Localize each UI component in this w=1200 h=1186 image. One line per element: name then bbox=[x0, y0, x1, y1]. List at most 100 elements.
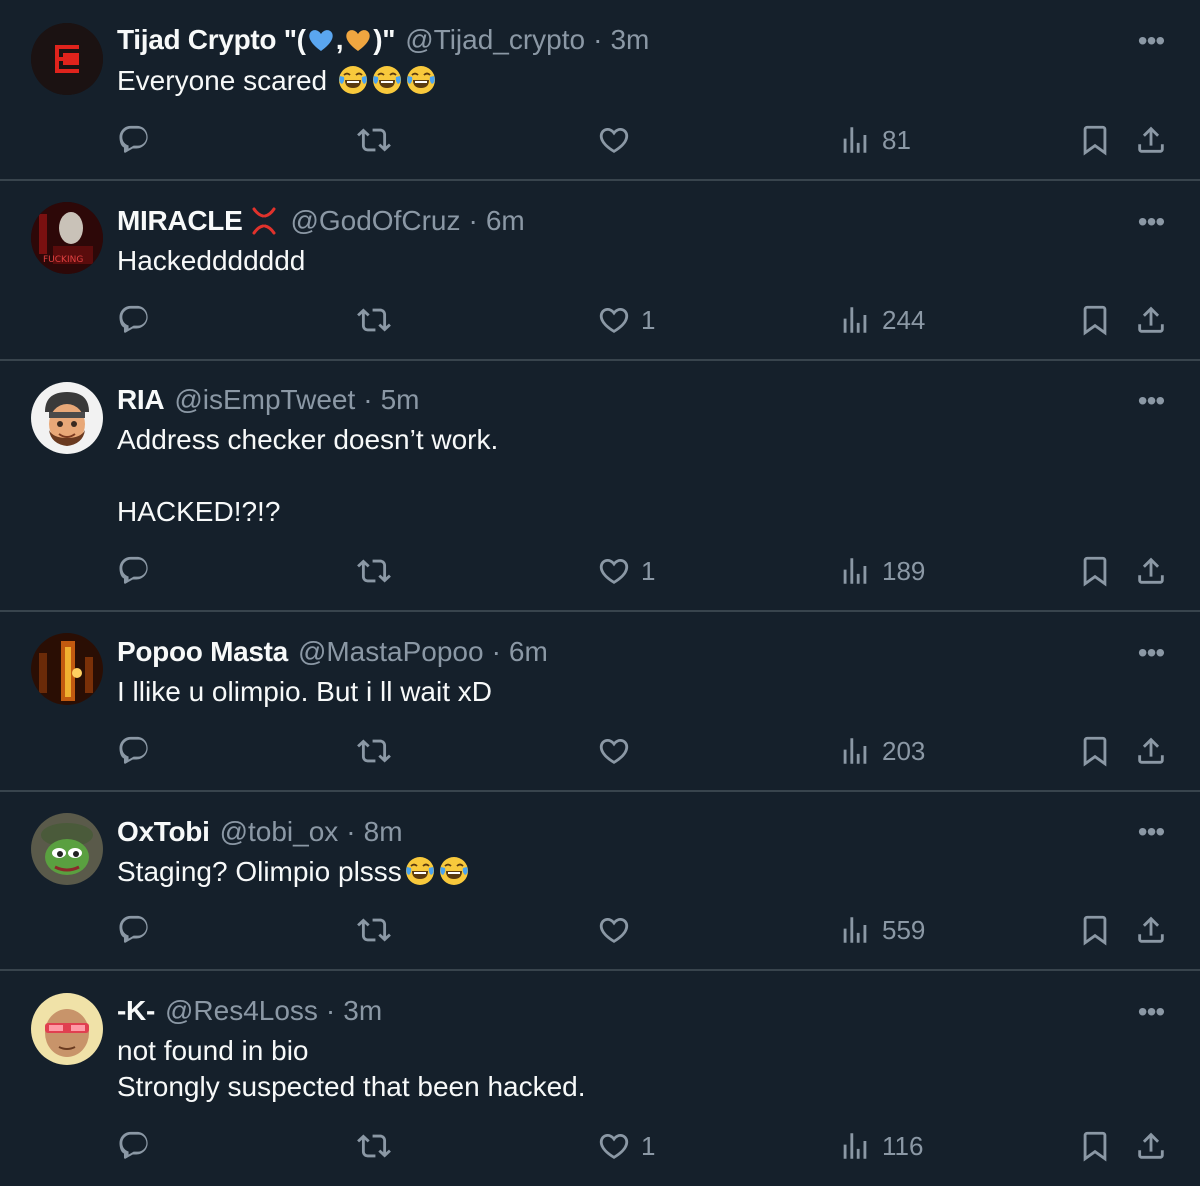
bookmark-icon bbox=[1078, 913, 1112, 947]
share-button[interactable] bbox=[1134, 551, 1168, 591]
views-button[interactable]: 203 bbox=[838, 731, 925, 771]
bookmark-icon bbox=[1078, 734, 1112, 768]
like-button[interactable] bbox=[597, 731, 641, 771]
bookmark-button[interactable] bbox=[1078, 910, 1112, 950]
share-button[interactable] bbox=[1134, 300, 1168, 340]
more-options-icon[interactable]: ••• bbox=[1136, 206, 1166, 237]
face-with-tears-of-joy-icon bbox=[371, 64, 403, 96]
avatar[interactable] bbox=[31, 382, 103, 454]
handle[interactable]: @GodOfCruz bbox=[290, 205, 460, 237]
more-options-icon[interactable]: ••• bbox=[1136, 637, 1166, 668]
like-button[interactable]: 1 bbox=[597, 300, 655, 340]
handle[interactable]: @Tijad_crypto bbox=[405, 24, 585, 56]
like-button[interactable] bbox=[597, 120, 641, 160]
tweet-2[interactable]: FUCKING MIRACLE @GodOfCruz · 6m ••• Hack… bbox=[0, 181, 1200, 361]
retweet-icon bbox=[357, 123, 391, 157]
retweet-button[interactable] bbox=[357, 120, 391, 160]
share-button[interactable] bbox=[1134, 910, 1168, 950]
bookmark-button[interactable] bbox=[1078, 1126, 1112, 1166]
timestamp[interactable]: 6m bbox=[509, 636, 548, 668]
reply-icon bbox=[117, 734, 151, 768]
share-button[interactable] bbox=[1134, 1126, 1168, 1166]
retweet-button[interactable] bbox=[357, 1126, 391, 1166]
tweet-actions: 1 244 bbox=[0, 300, 1200, 340]
more-options-icon[interactable]: ••• bbox=[1136, 385, 1166, 416]
reply-button[interactable] bbox=[117, 910, 151, 950]
separator-dot: · bbox=[593, 24, 603, 55]
display-name[interactable]: Tijad Crypto "( bbox=[117, 24, 306, 56]
share-button[interactable] bbox=[1134, 731, 1168, 771]
timestamp[interactable]: 8m bbox=[364, 816, 403, 848]
more-options-icon[interactable]: ••• bbox=[1136, 25, 1166, 56]
retweet-button[interactable] bbox=[357, 551, 391, 591]
timestamp[interactable]: 3m bbox=[343, 995, 382, 1027]
tweet-text: Staging? Olimpio plsss bbox=[117, 854, 470, 890]
tweet-5[interactable]: OxTobi @tobi_ox · 8m ••• Staging? Olimpi… bbox=[0, 792, 1200, 971]
display-name[interactable]: -K- bbox=[117, 995, 155, 1027]
handle[interactable]: @isEmpTweet bbox=[174, 384, 355, 416]
separator-dot: · bbox=[363, 384, 373, 415]
tweet-4[interactable]: Popoo Masta @MastaPopoo · 6m ••• I llike… bbox=[0, 612, 1200, 792]
reply-button[interactable] bbox=[117, 551, 151, 591]
more-options-icon[interactable]: ••• bbox=[1136, 816, 1166, 847]
views-icon bbox=[838, 734, 872, 768]
handle[interactable]: @tobi_ox bbox=[220, 816, 339, 848]
timestamp[interactable]: 6m bbox=[486, 205, 525, 237]
tijad-logo-icon bbox=[31, 23, 103, 95]
reply-button[interactable] bbox=[117, 120, 151, 160]
avatar[interactable] bbox=[31, 813, 103, 885]
views-button[interactable]: 189 bbox=[838, 551, 925, 591]
timestamp[interactable]: 3m bbox=[610, 24, 649, 56]
tweet-1[interactable]: Tijad Crypto "( , )" @Tijad_crypto · 3m … bbox=[0, 0, 1200, 181]
reply-button[interactable] bbox=[117, 731, 151, 771]
view-count: 81 bbox=[882, 124, 911, 155]
separator-dot: · bbox=[325, 995, 336, 1026]
bookmark-button[interactable] bbox=[1078, 551, 1112, 591]
display-name[interactable]: OxTobi bbox=[117, 816, 210, 848]
handle[interactable]: @MastaPopoo bbox=[298, 636, 484, 668]
more-options-icon[interactable]: ••• bbox=[1136, 996, 1166, 1027]
like-icon bbox=[597, 1129, 631, 1163]
tweet-text: Everyone scared bbox=[117, 63, 437, 99]
share-icon bbox=[1134, 554, 1168, 588]
avatar[interactable]: FUCKING bbox=[31, 202, 103, 274]
display-name[interactable]: RIA bbox=[117, 384, 165, 416]
like-button[interactable] bbox=[597, 910, 641, 950]
retweet-button[interactable] bbox=[357, 910, 391, 950]
tweet-3[interactable]: RIA @isEmpTweet · 5m ••• Address checker… bbox=[0, 361, 1200, 612]
avatar[interactable] bbox=[31, 633, 103, 705]
avatar[interactable] bbox=[31, 993, 103, 1065]
display-name[interactable]: MIRACLE bbox=[117, 205, 243, 237]
avatar[interactable] bbox=[31, 23, 103, 95]
reply-button[interactable] bbox=[117, 300, 151, 340]
views-button[interactable]: 244 bbox=[838, 300, 925, 340]
display-name[interactable]: Popoo Masta bbox=[117, 636, 288, 668]
handle[interactable]: @Res4Loss bbox=[165, 995, 318, 1027]
share-button[interactable] bbox=[1134, 120, 1168, 160]
retweet-button[interactable] bbox=[357, 731, 391, 771]
tweet-header: MIRACLE @GodOfCruz · 6m bbox=[117, 203, 525, 239]
view-count: 203 bbox=[882, 735, 926, 766]
tweet-6[interactable]: -K- @Res4Loss · 3m ••• not found in bio … bbox=[0, 971, 1200, 1186]
share-icon bbox=[1134, 303, 1168, 337]
bookmark-button[interactable] bbox=[1078, 731, 1112, 771]
display-name-sep: , bbox=[335, 24, 344, 55]
views-button[interactable]: 116 bbox=[838, 1126, 923, 1166]
like-count: 1 bbox=[641, 555, 656, 586]
like-button[interactable]: 1 bbox=[597, 551, 655, 591]
bookmark-button[interactable] bbox=[1078, 300, 1112, 340]
bookmark-icon bbox=[1078, 123, 1112, 157]
views-button[interactable]: 81 bbox=[838, 120, 911, 160]
share-icon bbox=[1134, 734, 1168, 768]
timestamp[interactable]: 5m bbox=[381, 384, 420, 416]
face-with-tears-of-joy-icon bbox=[438, 855, 470, 887]
like-button[interactable]: 1 bbox=[597, 1126, 655, 1166]
views-button[interactable]: 559 bbox=[838, 910, 925, 950]
reply-icon bbox=[117, 123, 151, 157]
reply-button[interactable] bbox=[117, 1126, 151, 1166]
retweet-button[interactable] bbox=[357, 300, 391, 340]
bookmark-button[interactable] bbox=[1078, 120, 1112, 160]
face-with-tears-of-joy-icon bbox=[337, 64, 369, 96]
tweet-actions: 1 189 bbox=[0, 551, 1200, 591]
reply-feed: Tijad Crypto "( , )" @Tijad_crypto · 3m … bbox=[0, 0, 1200, 1186]
